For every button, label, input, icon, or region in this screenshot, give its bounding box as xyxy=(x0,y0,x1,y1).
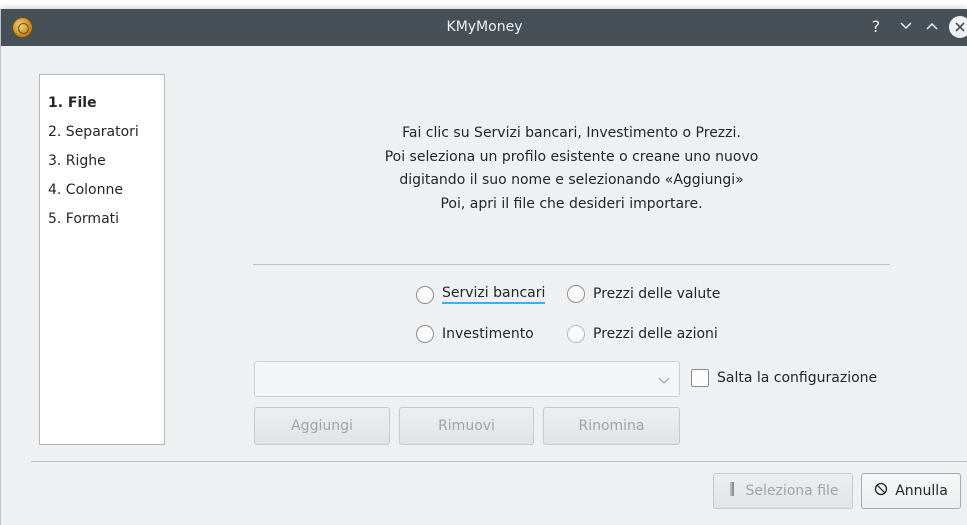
cancel-circle-icon xyxy=(874,482,888,500)
footer-separator xyxy=(31,461,967,462)
radio-circle[interactable] xyxy=(416,285,434,304)
import-wizard-window: KMyMoney ? 1. File 2. Separatori 3. Righ… xyxy=(0,9,967,525)
remove-profile-button[interactable]: Rimuovi xyxy=(399,407,534,445)
title-bar[interactable]: KMyMoney ? xyxy=(1,9,967,46)
step-rows: 3. Righe xyxy=(48,153,106,169)
step-columns: 4. Colonne xyxy=(48,182,123,198)
chevron-up-icon[interactable] xyxy=(923,18,941,36)
radio-stock-prices[interactable]: Prezzi delle azioni xyxy=(567,325,718,343)
radio-banking[interactable]: Servizi bancari xyxy=(416,285,546,304)
instruction-line: digitando il suo nome e selezionando «Ag… xyxy=(399,172,744,188)
select-file-button[interactable]: Seleziona file xyxy=(713,473,853,509)
rename-profile-button[interactable]: Rinomina xyxy=(543,407,680,445)
close-icon[interactable] xyxy=(949,16,967,38)
add-profile-button[interactable]: Aggiungi xyxy=(254,407,390,445)
help-icon[interactable]: ? xyxy=(867,18,885,36)
radio-currency-prices[interactable]: Prezzi delle valute xyxy=(567,285,720,303)
wizard-step-list: 1. File 2. Separatori 3. Righe 4. Colonn… xyxy=(39,74,165,445)
profile-combo[interactable] xyxy=(254,361,680,397)
step-file: 1. File xyxy=(48,95,97,111)
radio-circle[interactable] xyxy=(567,285,585,303)
file-icon xyxy=(727,481,737,501)
chevron-down-icon[interactable] xyxy=(897,18,915,36)
radio-stock-prices-label[interactable]: Prezzi delle azioni xyxy=(593,326,718,342)
radio-investment-label[interactable]: Investimento xyxy=(442,326,534,342)
radio-investment[interactable]: Investimento xyxy=(416,325,534,343)
radio-circle[interactable] xyxy=(567,325,585,343)
cancel-button[interactable]: Annulla xyxy=(861,473,961,509)
step-separators: 2. Separatori xyxy=(48,124,139,140)
skip-setup-label[interactable]: Salta la configurazione xyxy=(717,370,877,386)
separator xyxy=(253,264,890,265)
instruction-line: Poi, apri il file che desideri importare… xyxy=(440,195,703,212)
step-formats: 5. Formati xyxy=(48,211,120,227)
instruction-line: Poi seleziona un profilo esistente o cre… xyxy=(384,148,759,165)
radio-circle[interactable] xyxy=(416,325,434,343)
chevron-down-icon[interactable] xyxy=(658,374,670,386)
instruction-line: Fai clic su Servizi bancari, Investiment… xyxy=(402,125,741,141)
select-file-label: Seleziona file xyxy=(745,483,839,499)
checkbox-box[interactable] xyxy=(691,369,709,387)
instructions-text: Fai clic su Servizi bancari, Investiment… xyxy=(253,122,890,216)
radio-currency-prices-label[interactable]: Prezzi delle valute xyxy=(593,286,720,302)
window-title: KMyMoney xyxy=(446,19,523,35)
radio-banking-label[interactable]: Servizi bancari xyxy=(442,285,546,304)
cancel-label: Annulla xyxy=(895,483,948,499)
skip-setup-checkbox[interactable]: Salta la configurazione xyxy=(691,369,877,387)
